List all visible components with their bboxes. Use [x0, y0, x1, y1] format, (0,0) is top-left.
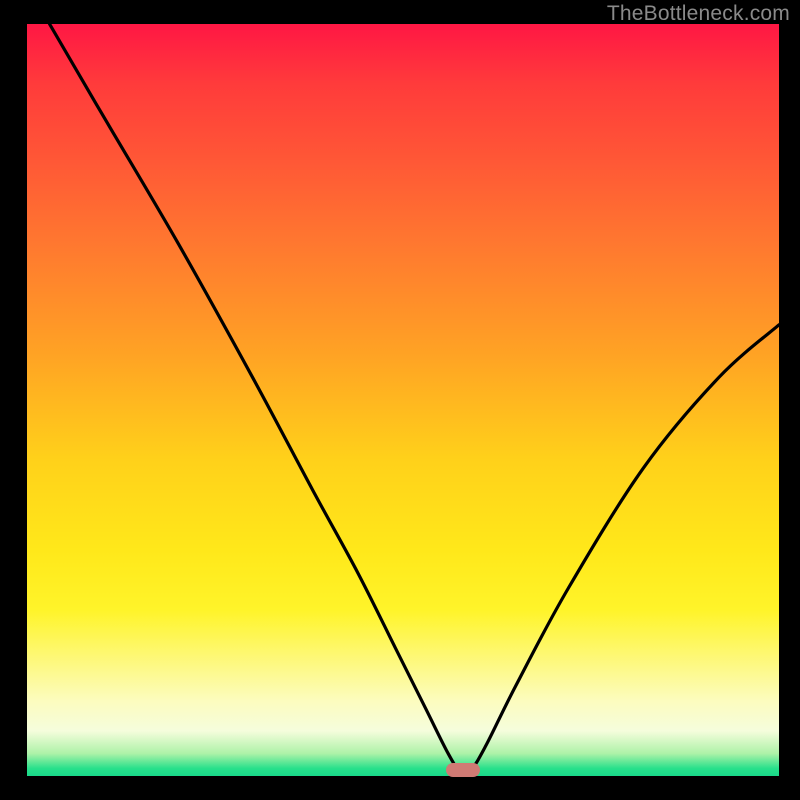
- chart-frame: TheBottleneck.com: [0, 0, 800, 800]
- optimal-point-marker: [446, 763, 480, 777]
- bottleneck-curve: [27, 24, 779, 776]
- watermark-text: TheBottleneck.com: [607, 2, 790, 26]
- plot-area: [27, 24, 779, 776]
